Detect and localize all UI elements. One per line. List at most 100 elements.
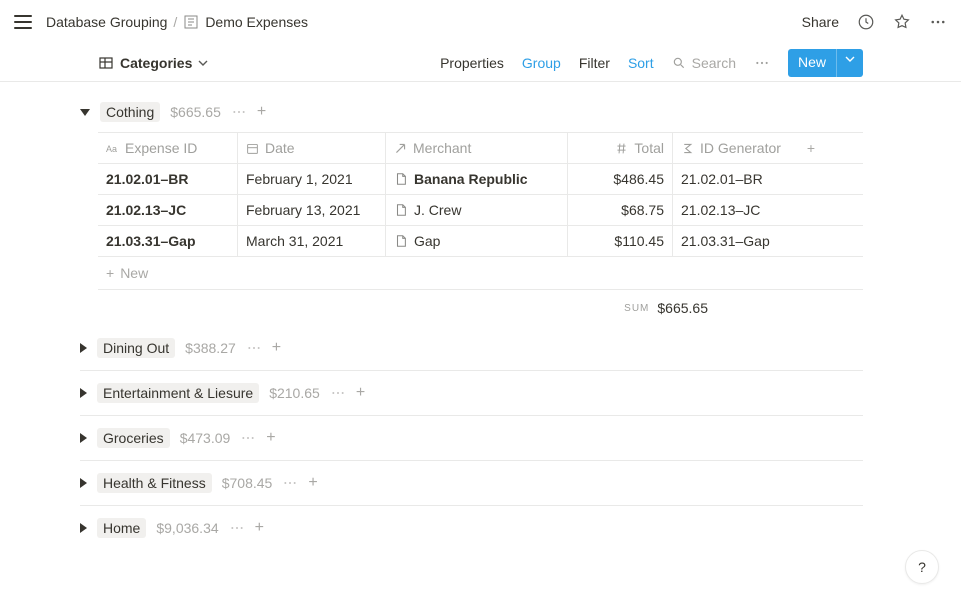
cell-total[interactable]: $110.45: [568, 226, 673, 256]
group-name-chip[interactable]: Dining Out: [97, 338, 175, 358]
disclosure-open-icon[interactable]: [80, 109, 90, 116]
cell-total[interactable]: $68.75: [568, 195, 673, 225]
group-add-icon[interactable]: +: [356, 384, 365, 402]
view-selector[interactable]: Categories: [98, 55, 208, 71]
table-row[interactable]: 21.02.13–JC February 13, 2021 J. Crew $6…: [98, 195, 863, 226]
page-icon: [394, 234, 408, 248]
group-header-collapsed: Home $9,036.34 +: [80, 505, 863, 550]
view-more-icon[interactable]: [754, 55, 770, 71]
group-header-cothing: Cothing $665.65 +: [80, 90, 863, 132]
group-total: $665.65: [170, 104, 221, 120]
group-total: $210.65: [269, 385, 320, 401]
expense-table: Aa Expense ID Date Merchant Total ID Gen…: [98, 132, 863, 290]
breadcrumb-current[interactable]: Demo Expenses: [183, 14, 308, 30]
inline-icon: [183, 14, 199, 30]
group-header-collapsed: Dining Out $388.27 +: [80, 326, 863, 370]
group-more-icon[interactable]: [231, 104, 247, 120]
table-header: Aa Expense ID Date Merchant Total ID Gen…: [98, 132, 863, 164]
search-button[interactable]: Search: [672, 55, 736, 71]
sort-button[interactable]: Sort: [628, 55, 654, 71]
cell-date[interactable]: March 31, 2021: [238, 226, 386, 256]
group-name-chip[interactable]: Home: [97, 518, 146, 538]
help-button[interactable]: ?: [905, 550, 939, 584]
more-icon[interactable]: [929, 13, 947, 31]
filter-button[interactable]: Filter: [579, 55, 610, 71]
breadcrumb: Database Grouping / Demo Expenses: [46, 14, 308, 30]
group-more-icon[interactable]: [240, 430, 256, 446]
plus-icon: +: [106, 265, 114, 281]
cell-merchant[interactable]: Banana Republic: [386, 164, 568, 194]
group-name-chip[interactable]: Entertainment & Liesure: [97, 383, 259, 403]
group-header-collapsed: Entertainment & Liesure $210.65 +: [80, 370, 863, 415]
cell-expense-id[interactable]: 21.02.13–JC: [98, 195, 238, 225]
cell-merchant[interactable]: Gap: [386, 226, 568, 256]
col-date[interactable]: Date: [238, 133, 386, 163]
number-icon: [615, 142, 628, 155]
menu-toggle[interactable]: [14, 15, 32, 29]
col-expense-id[interactable]: Aa Expense ID: [98, 133, 238, 163]
group-add-icon[interactable]: +: [266, 429, 275, 447]
relation-icon: [394, 142, 407, 155]
group-button[interactable]: Group: [522, 55, 561, 71]
search-label: Search: [692, 55, 736, 71]
formula-icon: [681, 142, 694, 155]
group-more-icon[interactable]: [330, 385, 346, 401]
col-merchant[interactable]: Merchant: [386, 133, 568, 163]
share-button[interactable]: Share: [802, 14, 839, 30]
group-name-chip[interactable]: Groceries: [97, 428, 170, 448]
group-add-icon[interactable]: +: [272, 339, 281, 357]
calendar-icon: [246, 142, 259, 155]
breadcrumb-parent[interactable]: Database Grouping: [46, 14, 167, 30]
title-icon: Aa: [106, 142, 119, 155]
table-row[interactable]: 21.02.01–BR February 1, 2021 Banana Repu…: [98, 164, 863, 195]
table-row[interactable]: 21.03.31–Gap March 31, 2021 Gap $110.45 …: [98, 226, 863, 257]
group-more-icon[interactable]: [246, 340, 262, 356]
group-name-chip[interactable]: Health & Fitness: [97, 473, 212, 493]
cell-date[interactable]: February 13, 2021: [238, 195, 386, 225]
group-add-icon[interactable]: +: [257, 103, 266, 121]
disclosure-closed-icon[interactable]: [80, 388, 87, 398]
group-add-icon[interactable]: +: [308, 474, 317, 492]
help-icon: ?: [918, 559, 926, 575]
disclosure-closed-icon[interactable]: [80, 523, 87, 533]
chevron-down-icon: [845, 54, 855, 64]
clock-icon[interactable]: [857, 13, 875, 31]
cell-id-generator[interactable]: 21.02.01–BR: [673, 164, 793, 194]
group-total: $473.09: [180, 430, 231, 446]
new-button-label: New: [788, 49, 836, 77]
cell-total[interactable]: $486.45: [568, 164, 673, 194]
chevron-down-icon: [198, 58, 208, 68]
new-row-button[interactable]: + New: [98, 257, 863, 290]
view-label: Categories: [120, 55, 192, 71]
cell-merchant[interactable]: J. Crew: [386, 195, 568, 225]
group-total: $708.45: [222, 475, 273, 491]
properties-button[interactable]: Properties: [440, 55, 504, 71]
group-header-collapsed: Health & Fitness $708.45 +: [80, 460, 863, 505]
group-name-chip[interactable]: Cothing: [100, 102, 160, 122]
col-total[interactable]: Total: [568, 133, 673, 163]
cell-date[interactable]: February 1, 2021: [238, 164, 386, 194]
table-icon: [98, 55, 114, 71]
group-total: $9,036.34: [156, 520, 218, 536]
cell-id-generator[interactable]: 21.02.13–JC: [673, 195, 793, 225]
group-add-icon[interactable]: +: [255, 519, 264, 537]
group-more-icon[interactable]: [229, 520, 245, 536]
breadcrumb-separator: /: [173, 14, 177, 30]
add-column-icon[interactable]: +: [793, 133, 829, 163]
col-id-generator[interactable]: ID Generator: [673, 133, 793, 163]
group-header-collapsed: Groceries $473.09 +: [80, 415, 863, 460]
group-total: $388.27: [185, 340, 236, 356]
cell-id-generator[interactable]: 21.03.31–Gap: [673, 226, 793, 256]
star-icon[interactable]: [893, 13, 911, 31]
cell-expense-id[interactable]: 21.02.01–BR: [98, 164, 238, 194]
svg-text:Aa: Aa: [106, 143, 117, 153]
search-icon: [672, 56, 686, 70]
group-more-icon[interactable]: [282, 475, 298, 491]
cell-expense-id[interactable]: 21.03.31–Gap: [98, 226, 238, 256]
disclosure-closed-icon[interactable]: [80, 433, 87, 443]
disclosure-closed-icon[interactable]: [80, 343, 87, 353]
page-icon: [394, 172, 408, 186]
new-button[interactable]: New: [788, 49, 863, 77]
new-button-chevron[interactable]: [836, 49, 863, 77]
disclosure-closed-icon[interactable]: [80, 478, 87, 488]
